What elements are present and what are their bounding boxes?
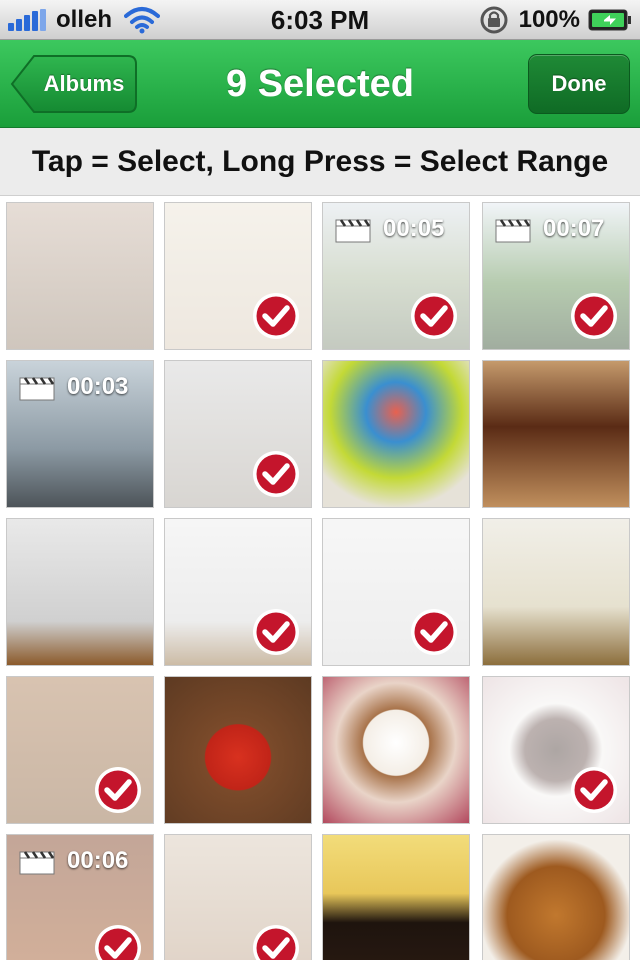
checkmark-icon xyxy=(411,293,457,339)
photo-thumbnail[interactable] xyxy=(482,360,630,508)
photo-image xyxy=(483,835,629,960)
checkmark-icon xyxy=(571,767,617,813)
battery-percent: 100% xyxy=(518,6,580,33)
video-duration: 00:03 xyxy=(67,373,129,400)
video-duration: 00:05 xyxy=(383,215,445,242)
video-duration: 00:06 xyxy=(67,847,129,874)
photo-thumbnail[interactable] xyxy=(6,518,154,666)
photo-thumbnail[interactable] xyxy=(164,834,312,960)
battery-icon xyxy=(588,9,631,31)
video-duration: 00:07 xyxy=(543,215,605,242)
video-camera-icon xyxy=(495,219,531,243)
video-camera-icon xyxy=(19,377,55,401)
photo-thumbnail[interactable] xyxy=(482,518,630,666)
photo-image xyxy=(323,677,469,823)
photo-thumbnail[interactable] xyxy=(6,202,154,350)
photo-image xyxy=(323,835,469,960)
photo-image xyxy=(7,203,153,349)
checkmark-icon xyxy=(95,925,141,960)
photo-image xyxy=(483,361,629,507)
photo-image xyxy=(483,519,629,665)
photo-thumbnail[interactable] xyxy=(164,360,312,508)
photo-image xyxy=(165,677,311,823)
photo-thumbnail[interactable] xyxy=(6,676,154,824)
photo-thumbnail[interactable] xyxy=(322,834,470,960)
video-camera-icon xyxy=(19,851,55,875)
checkmark-icon xyxy=(253,609,299,655)
video-camera-icon xyxy=(335,219,371,243)
done-button[interactable]: Done xyxy=(528,54,630,114)
photo-thumbnail[interactable]: 00:07 xyxy=(482,202,630,350)
selection-hint: Tap = Select, Long Press = Select Range xyxy=(0,128,640,196)
photo-thumbnail[interactable] xyxy=(322,518,470,666)
photo-thumbnail[interactable]: 00:06 xyxy=(6,834,154,960)
photo-thumbnail[interactable] xyxy=(164,518,312,666)
photo-image xyxy=(7,519,153,665)
checkmark-icon xyxy=(253,293,299,339)
photo-thumbnail[interactable] xyxy=(482,676,630,824)
checkmark-icon xyxy=(95,767,141,813)
checkmark-icon xyxy=(253,451,299,497)
photo-thumbnail[interactable] xyxy=(164,676,312,824)
navigation-bar: Albums 9 Selected Done xyxy=(0,40,640,128)
albums-back-button[interactable]: Albums xyxy=(10,54,138,114)
photo-thumbnail[interactable] xyxy=(322,676,470,824)
checkmark-icon xyxy=(253,925,299,960)
status-right: 100% xyxy=(477,6,632,34)
page-title: 9 Selected xyxy=(226,63,414,105)
rotation-lock-icon xyxy=(480,6,508,34)
status-bar: olleh 6:03 PM 100% xyxy=(0,0,640,40)
checkmark-icon xyxy=(411,609,457,655)
photo-thumbnail[interactable]: 00:05 xyxy=(322,202,470,350)
photo-thumbnail[interactable] xyxy=(164,202,312,350)
checkmark-icon xyxy=(571,293,617,339)
photo-image xyxy=(323,361,469,507)
photo-thumbnail[interactable]: 00:03 xyxy=(6,360,154,508)
photo-thumbnail[interactable] xyxy=(482,834,630,960)
photo-thumbnail[interactable] xyxy=(322,360,470,508)
photo-grid: 00:05 00:07 00:03 00:06 xyxy=(0,196,640,960)
albums-back-label: Albums xyxy=(43,71,125,96)
